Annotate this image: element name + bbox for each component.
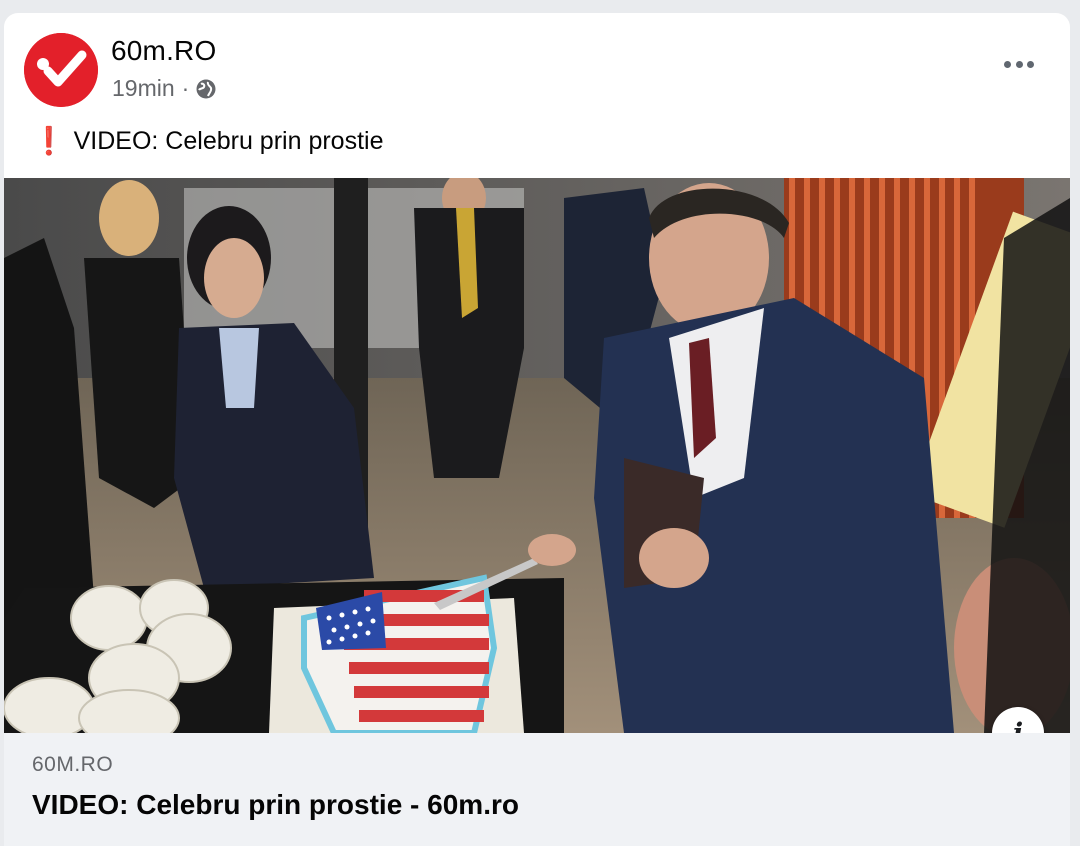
page-name-link[interactable]: 60m.RO bbox=[111, 35, 216, 67]
post-text: ❗ VIDEO: Celebru prin prostie bbox=[32, 125, 383, 157]
logo-checkmark-icon bbox=[24, 33, 98, 107]
more-dot bbox=[1015, 60, 1023, 68]
page-avatar[interactable] bbox=[24, 33, 98, 107]
video-thumbnail[interactable] bbox=[4, 178, 1070, 733]
globe-icon[interactable] bbox=[195, 78, 217, 100]
post-card: 60m.RO 19min · ❗ VIDEO: Celebru prin pro… bbox=[4, 13, 1070, 846]
post-meta: 19min · bbox=[112, 75, 217, 102]
post-timestamp[interactable]: 19min bbox=[112, 75, 175, 102]
meta-separator: · bbox=[181, 75, 190, 101]
link-title[interactable]: VIDEO: Celebru prin prostie - 60m.ro bbox=[32, 789, 519, 821]
alert-icon: ❗ bbox=[32, 126, 66, 156]
more-dot bbox=[1027, 60, 1034, 68]
link-domain: 60M.RO bbox=[32, 753, 114, 776]
more-dot bbox=[1004, 60, 1011, 68]
more-options-button[interactable] bbox=[1004, 49, 1034, 79]
post-message: VIDEO: Celebru prin prostie bbox=[73, 126, 384, 155]
video-frame-image bbox=[4, 178, 1070, 733]
link-preview[interactable]: 60M.RO VIDEO: Celebru prin prostie - 60m… bbox=[4, 733, 1070, 846]
post-header: 60m.RO 19min · bbox=[4, 13, 1070, 123]
